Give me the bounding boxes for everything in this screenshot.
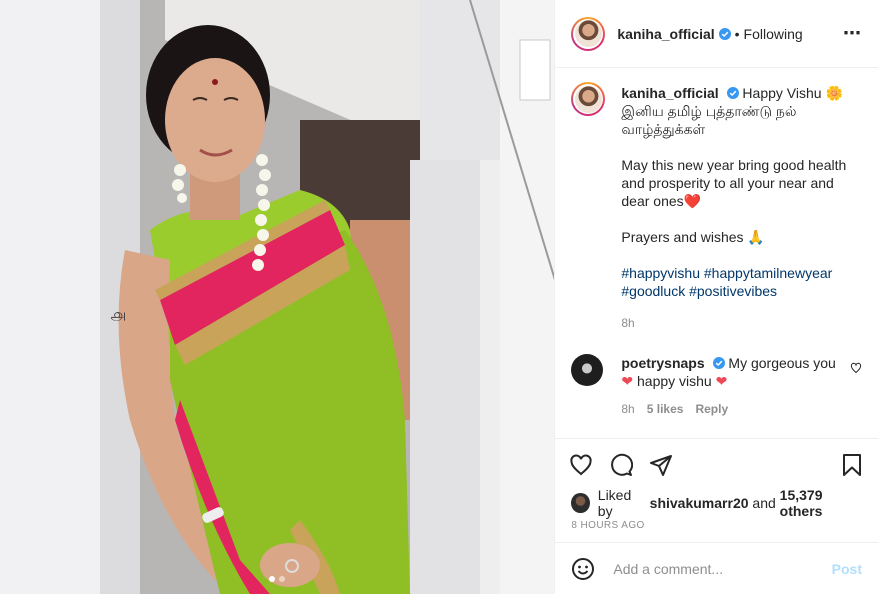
comment-text-2: happy vishu <box>637 373 712 389</box>
share-icon[interactable] <box>649 453 673 477</box>
liker-username[interactable]: shivakumarr20 <box>650 495 749 511</box>
post-comment-button[interactable]: Post <box>832 561 862 577</box>
commenter-username[interactable]: poetrysnaps <box>621 355 704 371</box>
likes-others[interactable]: 15,379 others <box>780 487 862 519</box>
post-viewer: ௮ kaniha_official • Following ⋯ kaniha_o… <box>0 0 878 594</box>
caption: kaniha_official Happy Vishu 🌼 இனிய தமிழ்… <box>571 82 862 332</box>
avatar-image <box>574 85 602 113</box>
comment-icon[interactable] <box>609 453 634 477</box>
action-bar <box>555 438 878 490</box>
avatar[interactable] <box>571 16 606 51</box>
hashtag-link[interactable]: #happyvishu <box>621 265 700 281</box>
likes-prefix: Liked by <box>597 487 632 519</box>
add-comment-bar: Post <box>555 542 878 594</box>
liker-avatar[interactable] <box>571 493 590 513</box>
comment-time: 8h <box>621 402 635 416</box>
carousel-dot[interactable] <box>269 576 276 582</box>
comment-meta: 8h 5 likes Reply <box>621 400 841 418</box>
post-header: kaniha_official • Following ⋯ <box>555 0 878 68</box>
red-heart-emoji: ❤ <box>715 373 728 389</box>
caption-time: 8h <box>621 316 635 330</box>
photo-illustration: ௮ <box>0 0 555 594</box>
comment-likes[interactable]: 5 likes <box>647 400 684 418</box>
carousel-dots <box>0 576 554 582</box>
caption-line1: Happy Vishu 🌼 <box>742 85 843 101</box>
heart-icon[interactable] <box>569 453 593 477</box>
caption-line3: May this new year bring good health and … <box>621 157 847 209</box>
comment-like-icon[interactable] <box>850 362 862 374</box>
more-icon[interactable]: ⋯ <box>843 23 862 44</box>
post-photo[interactable]: ௮ <box>0 0 555 594</box>
hashtag-link[interactable]: #happytamilnewyear <box>704 265 832 281</box>
caption-hashtags: #happyvishu #happytamilnewyear #goodluck… <box>621 264 856 300</box>
caption-line2: இனிய தமிழ் புத்தாண்டு நல் வாழ்த்துக்கள் <box>621 103 797 137</box>
likes-conj: and <box>752 495 776 511</box>
verified-icon <box>726 87 739 99</box>
bookmark-icon[interactable] <box>840 453 864 477</box>
verified-icon <box>712 357 725 369</box>
caption-username[interactable]: kaniha_official <box>621 85 718 101</box>
reply-button[interactable]: Reply <box>695 400 728 418</box>
verified-icon <box>718 27 731 40</box>
post-timestamp[interactable]: 8 HOURS AGO <box>555 516 878 536</box>
likes-summary: Liked by shivakumarr20 and 15,379 others <box>555 487 878 519</box>
caption-line4: Prayers and wishes 🙏 <box>621 229 765 245</box>
emoji-icon[interactable] <box>571 557 595 581</box>
commenter-avatar[interactable] <box>571 354 604 386</box>
comment-body: poetrysnaps My gorgeous you ❤ happy vish… <box>621 354 841 418</box>
comments-section: kaniha_official Happy Vishu 🌼 இனிய தமிழ்… <box>555 68 878 438</box>
following-button[interactable]: Following <box>744 26 803 42</box>
avatar-image <box>574 20 602 47</box>
hashtag-link[interactable]: #goodluck <box>621 283 685 299</box>
svg-text:௮: ௮ <box>110 305 126 324</box>
separator-dot: • <box>734 25 740 42</box>
hashtag-link[interactable]: #positivevibes <box>689 283 777 299</box>
post-side-panel: kaniha_official • Following ⋯ kaniha_off… <box>554 0 878 594</box>
red-heart-emoji: ❤ <box>621 373 634 389</box>
comment-input[interactable] <box>611 559 832 578</box>
caption-body: kaniha_official Happy Vishu 🌼 இனிய தமிழ்… <box>621 84 856 332</box>
comment-text: My gorgeous you <box>728 355 836 371</box>
caption-avatar[interactable] <box>571 82 606 116</box>
carousel-dot[interactable] <box>279 576 286 582</box>
comment-item: poetrysnaps My gorgeous you ❤ happy vish… <box>571 354 862 418</box>
header-username[interactable]: kaniha_official <box>617 26 714 42</box>
